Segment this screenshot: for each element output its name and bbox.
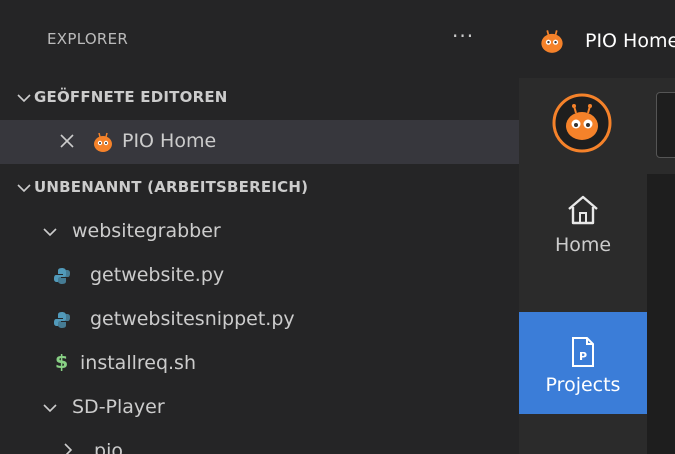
pio-home-editor: Home P Projects <box>519 78 675 454</box>
chevron-down-icon <box>17 184 31 193</box>
platformio-icon <box>541 30 563 53</box>
file-getwebsite-py[interactable]: getwebsite.py <box>0 254 519 298</box>
more-actions-button[interactable]: ··· <box>452 24 474 48</box>
chevron-down-icon <box>17 94 31 103</box>
explorer-sidebar: EXPLORER ··· GEÖFFNETE EDITOREN PIO Home <box>0 0 519 454</box>
open-editors-section-header[interactable]: GEÖFFNETE EDITOREN <box>0 80 519 116</box>
pio-nav-label: Home <box>554 234 612 256</box>
folder-label: websitegrabber <box>72 220 221 242</box>
open-editor-item-pio-home[interactable]: PIO Home <box>0 120 519 164</box>
close-icon[interactable] <box>58 132 76 150</box>
file-label: getwebsite.py <box>90 264 225 286</box>
chevron-down-icon <box>43 404 57 413</box>
tab-pio-home[interactable]: PIO Home <box>519 0 675 78</box>
chevron-down-icon <box>43 228 57 237</box>
editor-tab-bar: PIO Home <box>519 0 675 78</box>
projects-icon: P <box>572 337 594 367</box>
folder-sd-player[interactable]: SD-Player <box>0 386 519 430</box>
pio-home-nav: Home P Projects <box>519 78 647 454</box>
file-getwebsitesnippet-py[interactable]: getwebsitesnippet.py <box>0 298 519 342</box>
folder-pio[interactable]: .pio <box>0 430 519 454</box>
folder-websitegrabber[interactable]: websitegrabber <box>0 210 519 254</box>
chevron-right-icon <box>64 443 73 454</box>
svg-text:P: P <box>579 350 587 363</box>
workspace-section-header[interactable]: UNBENANNT (ARBEITSBEREICH) <box>0 170 519 206</box>
open-editors-label: GEÖFFNETE EDITOREN <box>34 88 228 106</box>
home-icon <box>568 195 598 225</box>
explorer-title: EXPLORER <box>47 30 129 48</box>
workspace-label: UNBENANNT (ARBEITSBEREICH) <box>34 178 309 196</box>
folder-label: SD-Player <box>72 396 165 418</box>
pio-nav-label: Projects <box>545 374 621 396</box>
python-icon <box>54 268 70 284</box>
explorer-header: EXPLORER ··· <box>0 0 519 78</box>
folder-label: .pio <box>88 440 124 454</box>
python-icon <box>54 312 70 328</box>
pio-search-field[interactable] <box>656 92 675 158</box>
shell-icon: $ <box>55 351 69 373</box>
tab-label: PIO Home <box>585 30 675 52</box>
file-label: getwebsitesnippet.py <box>90 308 295 330</box>
platformio-icon <box>94 132 112 152</box>
file-label: installreq.sh <box>80 352 196 374</box>
open-editor-label: PIO Home <box>122 130 217 152</box>
pio-nav-projects[interactable]: P Projects <box>519 312 647 414</box>
platformio-logo <box>552 93 612 153</box>
file-installreq-sh[interactable]: $ installreq.sh <box>0 342 519 386</box>
pio-nav-home[interactable]: Home <box>519 186 647 288</box>
